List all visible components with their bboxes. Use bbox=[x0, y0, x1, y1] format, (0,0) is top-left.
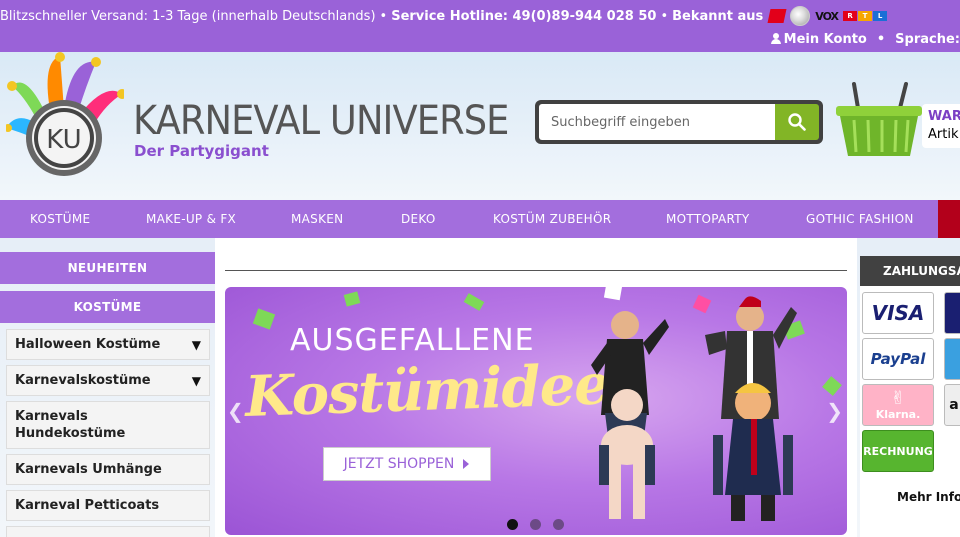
rtl-letter: R bbox=[843, 11, 858, 21]
bullet-separator: • bbox=[379, 8, 388, 24]
nav-sale-item[interactable] bbox=[938, 200, 960, 238]
site-header: KU KARNEVAL UNIVERSE Der Partygigant WAR… bbox=[0, 52, 960, 200]
promo-banner[interactable]: AUSGEFALLENE Kostümideen JETZT SHOPPEN ❮… bbox=[225, 287, 847, 535]
slider-dot[interactable] bbox=[507, 519, 518, 530]
klarna-logo: ✌ Klarna. bbox=[862, 384, 934, 426]
invoice-logo: RECHNUNG bbox=[862, 430, 934, 472]
jester-logo-icon[interactable]: KU bbox=[6, 52, 124, 176]
paypal-logo: PayPal bbox=[862, 338, 934, 380]
costume-models-image bbox=[591, 296, 797, 521]
confetti bbox=[822, 376, 842, 396]
sidebar-item-label: Karnevals Umhänge bbox=[15, 462, 162, 477]
my-account-link[interactable]: Mein Konto bbox=[770, 32, 867, 47]
prosieben-logo bbox=[767, 9, 787, 23]
sidebar-item-petticoats[interactable]: Karneval Petticoats bbox=[6, 490, 210, 521]
nav-masken[interactable]: MASKEN bbox=[291, 212, 343, 226]
shipping-info: Blitzschneller Versand: 1-3 Tage (innerh… bbox=[0, 8, 376, 24]
sidebar-item-label: Karneval Petticoats bbox=[15, 498, 160, 513]
sidebar-item-label: Karnevalskostüme bbox=[15, 373, 151, 388]
vox-logo: VOX bbox=[815, 9, 839, 23]
slider-dot[interactable] bbox=[553, 519, 564, 530]
search-button[interactable] bbox=[775, 104, 819, 140]
caret-right-icon bbox=[463, 459, 470, 469]
slider-prev-icon[interactable]: ❮ bbox=[227, 399, 244, 423]
search-icon bbox=[788, 113, 806, 131]
account-links: Mein Konto • Sprache: bbox=[770, 32, 960, 47]
rtl-letter: T bbox=[858, 11, 873, 21]
slider-next-icon[interactable]: ❯ bbox=[826, 399, 843, 423]
shop-now-label: JETZT SHOPPEN bbox=[343, 456, 455, 472]
shop-now-button[interactable]: JETZT SHOPPEN bbox=[323, 447, 491, 481]
confetti bbox=[343, 291, 361, 307]
klarna-label: Klarna. bbox=[875, 407, 921, 421]
shopping-basket-icon[interactable] bbox=[834, 82, 924, 160]
user-icon bbox=[770, 33, 781, 44]
bullet-separator: • bbox=[660, 8, 669, 24]
sidebar-item-halloween[interactable]: Halloween Kostüme ▼ bbox=[6, 329, 210, 360]
nav-deko[interactable]: DEKO bbox=[401, 212, 436, 226]
expand-arrow-icon[interactable]: ▼ bbox=[192, 338, 201, 352]
sat1-logo bbox=[790, 6, 811, 26]
mastercard-logo bbox=[944, 292, 960, 334]
slider-dot[interactable] bbox=[530, 519, 541, 530]
brand-name[interactable]: KARNEVAL UNIVERSE bbox=[133, 98, 509, 144]
sidebar-item-next[interactable] bbox=[6, 526, 210, 537]
tv-logos: VOX R T L bbox=[767, 6, 888, 26]
cart-title: WAR bbox=[928, 109, 960, 124]
expand-arrow-icon[interactable]: ▼ bbox=[192, 374, 201, 388]
sofort-logo bbox=[944, 338, 960, 380]
sidebar-item-label: Halloween Kostüme bbox=[15, 337, 161, 352]
sidebar-item-karnevalskostueme[interactable]: Karnevalskostüme ▼ bbox=[6, 365, 210, 396]
sidebar-item-umhaenge[interactable]: Karnevals Umhänge bbox=[6, 454, 210, 485]
nav-gothic-fashion[interactable]: GOTHIC FASHION bbox=[806, 212, 914, 226]
my-account-label: Mein Konto bbox=[783, 32, 867, 47]
rtl-logo: R T L bbox=[843, 11, 888, 21]
divider bbox=[225, 270, 847, 271]
rtl-letter: L bbox=[873, 11, 888, 21]
sidebar-item-hundekostueme[interactable]: Karnevals Hundekostüme bbox=[6, 401, 210, 449]
main-navigation: KOSTÜME MAKE-UP & FX MASKEN DEKO KOSTÜM … bbox=[0, 200, 960, 238]
slider-dots bbox=[507, 519, 564, 530]
nav-make-up-fx[interactable]: MAKE-UP & FX bbox=[146, 212, 236, 226]
main-content: AUSGEFALLENE Kostümideen JETZT SHOPPEN ❮… bbox=[215, 238, 857, 537]
more-info-link[interactable]: Mehr Info bbox=[897, 490, 960, 504]
search-bar bbox=[535, 100, 823, 144]
logo-initials: KU bbox=[46, 125, 81, 155]
banner-title-line1: AUSGEFALLENE bbox=[290, 323, 535, 358]
payment-header: ZAHLUNGSART bbox=[860, 256, 960, 286]
payment-methods-panel: ZAHLUNGSART VISA PayPal ✌ Klarna. a RECH… bbox=[860, 256, 960, 537]
search-input[interactable] bbox=[539, 104, 775, 140]
peace-icon: ✌ bbox=[890, 387, 906, 409]
amazon-logo: a bbox=[944, 384, 960, 426]
nav-kostueme[interactable]: KOSTÜME bbox=[30, 212, 90, 226]
top-info-bar: Blitzschneller Versand: 1-3 Tage (innerh… bbox=[0, 0, 960, 52]
sidebar-kostueme[interactable]: KOSTÜME bbox=[0, 291, 215, 323]
language-selector[interactable]: Sprache: bbox=[895, 32, 960, 47]
sidebar-neuheiten[interactable]: NEUHEITEN bbox=[0, 252, 215, 284]
nav-mottoparty[interactable]: MOTTOPARTY bbox=[666, 212, 750, 226]
sidebar-item-label: Karnevals Hundekostüme bbox=[15, 409, 126, 441]
bullet-separator: • bbox=[876, 32, 886, 47]
service-hotline[interactable]: Service Hotline: 49(0)89-944 028 50 bbox=[391, 9, 656, 24]
confetti bbox=[252, 308, 276, 330]
known-from-label: Bekannt aus bbox=[672, 8, 764, 24]
nav-kostuem-zubehoer[interactable]: KOSTÜM ZUBEHÖR bbox=[493, 212, 611, 226]
visa-logo: VISA bbox=[862, 292, 934, 334]
top-info-line: Blitzschneller Versand: 1-3 Tage (innerh… bbox=[0, 6, 888, 26]
confetti bbox=[463, 293, 485, 311]
brand-tagline: Der Partygigant bbox=[134, 142, 269, 160]
cart-summary[interactable]: WAR Artik bbox=[922, 104, 960, 148]
cart-items-label: Artik bbox=[928, 127, 959, 142]
